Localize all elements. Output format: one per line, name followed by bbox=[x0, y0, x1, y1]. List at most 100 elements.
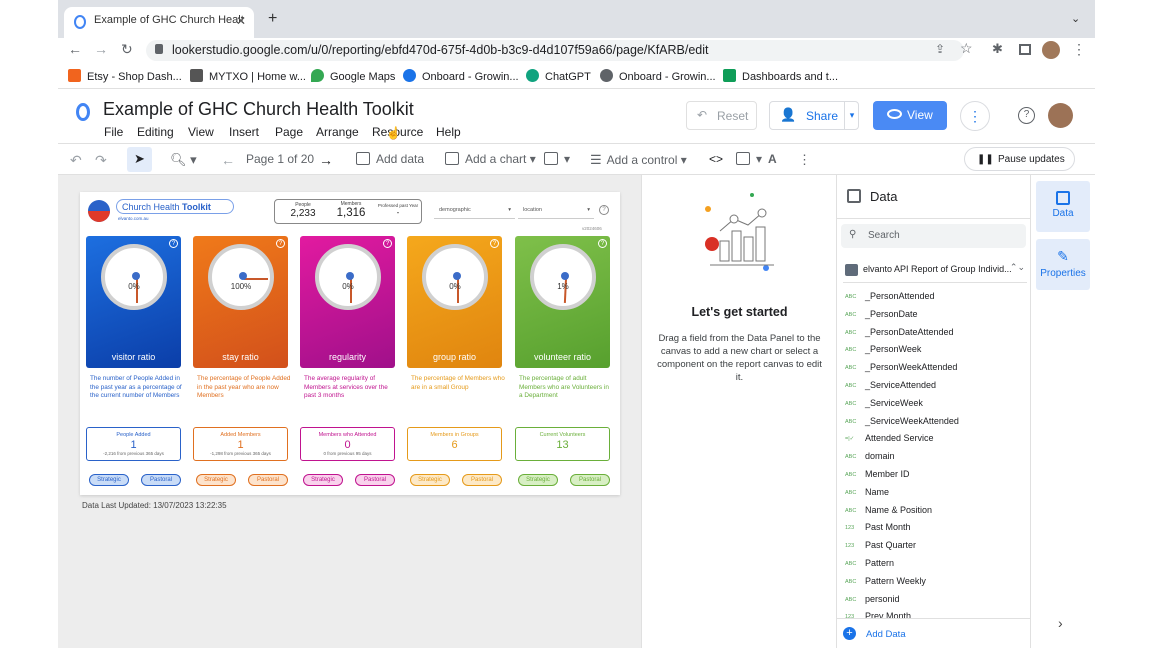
card-help-icon[interactable]: ? bbox=[169, 239, 178, 248]
url-field[interactable]: lookerstudio.google.com/u/0/reporting/eb… bbox=[146, 40, 964, 61]
field-item[interactable]: ABC domain bbox=[845, 451, 895, 461]
browser-tab[interactable]: Example of GHC Church Healt ✕ bbox=[64, 7, 254, 38]
pastoral-pill[interactable]: Pastoral bbox=[570, 474, 610, 486]
properties-side-button[interactable]: ✎ Properties bbox=[1036, 239, 1090, 290]
field-item[interactable]: ABC _PersonAttended bbox=[845, 291, 935, 301]
field-item[interactable]: =|✓ Attended Service bbox=[845, 433, 934, 443]
text-box-icon[interactable]: A bbox=[768, 152, 777, 166]
strategic-pill[interactable]: Strategic bbox=[518, 474, 558, 486]
field-item[interactable]: ABC personid bbox=[845, 594, 900, 604]
field-item[interactable]: ABC _ServiceWeekAttended bbox=[845, 416, 959, 426]
pastoral-pill[interactable]: Pastoral bbox=[462, 474, 502, 486]
profile-avatar[interactable] bbox=[1042, 41, 1060, 59]
data-side-button[interactable]: Data bbox=[1036, 181, 1090, 232]
bookmark-item[interactable]: Etsy - Shop Dash... bbox=[68, 69, 182, 83]
pastoral-pill[interactable]: Pastoral bbox=[141, 474, 181, 486]
stat-box[interactable]: Members who Attended 0 0 from previous 95 … bbox=[300, 427, 395, 461]
prev-page-icon[interactable]: ← bbox=[221, 152, 235, 168]
ratio-card[interactable]: ? 1% volunteer ratio bbox=[515, 236, 610, 368]
pastoral-pill[interactable]: Pastoral bbox=[355, 474, 395, 486]
field-item[interactable]: ABC _PersonWeek bbox=[845, 344, 921, 354]
forward-icon[interactable]: → bbox=[94, 41, 108, 57]
bookmark-item[interactable]: Onboard - Growin... bbox=[403, 69, 519, 83]
add-data-button[interactable]: Add data bbox=[356, 152, 424, 166]
menu-view[interactable]: View bbox=[188, 125, 214, 139]
report-canvas[interactable]: Church Health Toolkit elvanto.com.au Peo… bbox=[58, 175, 641, 648]
menu-insert[interactable]: Insert bbox=[229, 125, 259, 139]
add-data-link[interactable]: Add Data bbox=[866, 629, 906, 640]
extensions-icon[interactable]: ✱ bbox=[992, 41, 1003, 57]
field-item[interactable]: ABC Pattern Weekly bbox=[845, 576, 926, 586]
share-page-icon[interactable]: ⇪ bbox=[935, 42, 945, 56]
looker-studio-logo-icon[interactable] bbox=[76, 103, 90, 121]
field-item[interactable]: 123 Past Quarter bbox=[845, 540, 916, 550]
field-item[interactable]: ABC Pattern bbox=[845, 558, 894, 568]
field-item[interactable]: ABC _ServiceAttended bbox=[845, 380, 936, 390]
menu-page[interactable]: Page bbox=[275, 125, 303, 139]
redo-icon[interactable]: ↷ bbox=[95, 152, 107, 169]
back-icon[interactable]: ← bbox=[68, 41, 82, 57]
bookmark-item[interactable]: Dashboards and t... bbox=[723, 69, 838, 83]
more-options-icon[interactable]: ⋮ bbox=[960, 101, 990, 131]
new-tab-icon[interactable]: + bbox=[268, 10, 277, 28]
data-source-selector[interactable]: elvanto API Report of Group Individ... ⌃… bbox=[843, 261, 1027, 283]
help-icon[interactable]: ? bbox=[1018, 107, 1035, 124]
undo-icon[interactable]: ↶ bbox=[70, 152, 82, 169]
card-help-icon[interactable]: ? bbox=[383, 239, 392, 248]
bookmark-item[interactable]: Google Maps bbox=[311, 69, 395, 83]
menu-help[interactable]: Help bbox=[436, 125, 461, 139]
add-control-button[interactable]: ☰ Add a control ▾ bbox=[590, 152, 687, 168]
report-title[interactable]: Example of GHC Church Health Toolkit bbox=[103, 99, 414, 120]
card-help-icon[interactable]: ? bbox=[276, 239, 285, 248]
stat-box[interactable]: Current Volunteers 13 bbox=[515, 427, 610, 461]
kpi-box[interactable]: People 2,233 Members 1,316 Professed pas… bbox=[274, 199, 422, 224]
menu-editing[interactable]: Editing bbox=[137, 125, 174, 139]
image-button[interactable]: ▾ bbox=[736, 152, 762, 166]
demographic-filter[interactable]: demographic ▾ bbox=[434, 204, 515, 219]
card-help-icon[interactable]: ? bbox=[490, 239, 499, 248]
field-item[interactable]: ABC _PersonDateAttended bbox=[845, 327, 954, 337]
ratio-card[interactable]: ? 0% visitor ratio bbox=[86, 236, 181, 368]
strategic-pill[interactable]: Strategic bbox=[303, 474, 343, 486]
bookmark-item[interactable]: Onboard - Growin... bbox=[600, 69, 716, 83]
location-filter[interactable]: location ▾ bbox=[518, 204, 594, 219]
side-panel-icon[interactable] bbox=[1019, 44, 1031, 55]
pastoral-pill[interactable]: Pastoral bbox=[248, 474, 288, 486]
strategic-pill[interactable]: Strategic bbox=[410, 474, 450, 486]
report-page[interactable]: Church Health Toolkit elvanto.com.au Peo… bbox=[80, 192, 620, 495]
next-page-icon[interactable]: → bbox=[319, 152, 333, 168]
field-item[interactable]: ABC _PersonWeekAttended bbox=[845, 362, 957, 372]
collapse-chevron-icon[interactable]: › bbox=[1058, 615, 1063, 631]
bookmark-item[interactable]: ChatGPT bbox=[526, 69, 591, 83]
menu-file[interactable]: File bbox=[104, 125, 123, 139]
add-chart-button[interactable]: Add a chart ▾ bbox=[445, 152, 536, 166]
field-item[interactable]: ABC Name bbox=[845, 487, 889, 497]
zoom-icon[interactable]: 🔍︎ ▾ bbox=[170, 152, 197, 168]
strategic-pill[interactable]: Strategic bbox=[89, 474, 129, 486]
bookmark-star-icon[interactable]: ☆ bbox=[960, 40, 973, 57]
tab-list-chevron-icon[interactable]: ⌄ bbox=[1071, 12, 1080, 25]
strategic-pill[interactable]: Strategic bbox=[196, 474, 236, 486]
browser-menu-icon[interactable]: ⋮ bbox=[1072, 41, 1086, 58]
ratio-card[interactable]: ? 100% stay ratio bbox=[193, 236, 288, 368]
field-search-input[interactable]: ⚲ Search bbox=[841, 224, 1026, 248]
stat-box[interactable]: People Added 1 -2,216 from previous 365 da… bbox=[86, 427, 181, 461]
ratio-card[interactable]: ? 0% regularity bbox=[300, 236, 395, 368]
stat-box[interactable]: Added Members 1 -1,298 from previous 365 d… bbox=[193, 427, 288, 461]
field-item[interactable]: 123 Past Month bbox=[845, 522, 911, 532]
bookmark-item[interactable]: MYTXO | Home w... bbox=[190, 69, 306, 83]
select-pointer-icon[interactable]: ➤ bbox=[127, 147, 152, 172]
field-item[interactable]: ABC Name & Position bbox=[845, 505, 932, 515]
card-help-icon[interactable]: ? bbox=[598, 239, 607, 248]
share-button[interactable]: 👤 Share ▾ bbox=[769, 101, 859, 130]
pause-updates-button[interactable]: ❚❚ Pause updates bbox=[964, 147, 1075, 171]
field-item[interactable]: ABC Member ID bbox=[845, 469, 910, 479]
menu-arrange[interactable]: Arrange bbox=[316, 125, 359, 139]
community-viz-button[interactable]: ▾ bbox=[544, 152, 570, 166]
field-item[interactable]: ABC _PersonDate bbox=[845, 309, 918, 319]
page-indicator[interactable]: Page 1 of 20 bbox=[246, 152, 314, 166]
reset-button[interactable]: ↶ Reset bbox=[686, 101, 757, 130]
toolbar-more-icon[interactable]: ⋮ bbox=[798, 152, 811, 168]
stat-box[interactable]: Members in Groups 6 bbox=[407, 427, 502, 461]
reload-icon[interactable]: ↻ bbox=[121, 41, 133, 58]
